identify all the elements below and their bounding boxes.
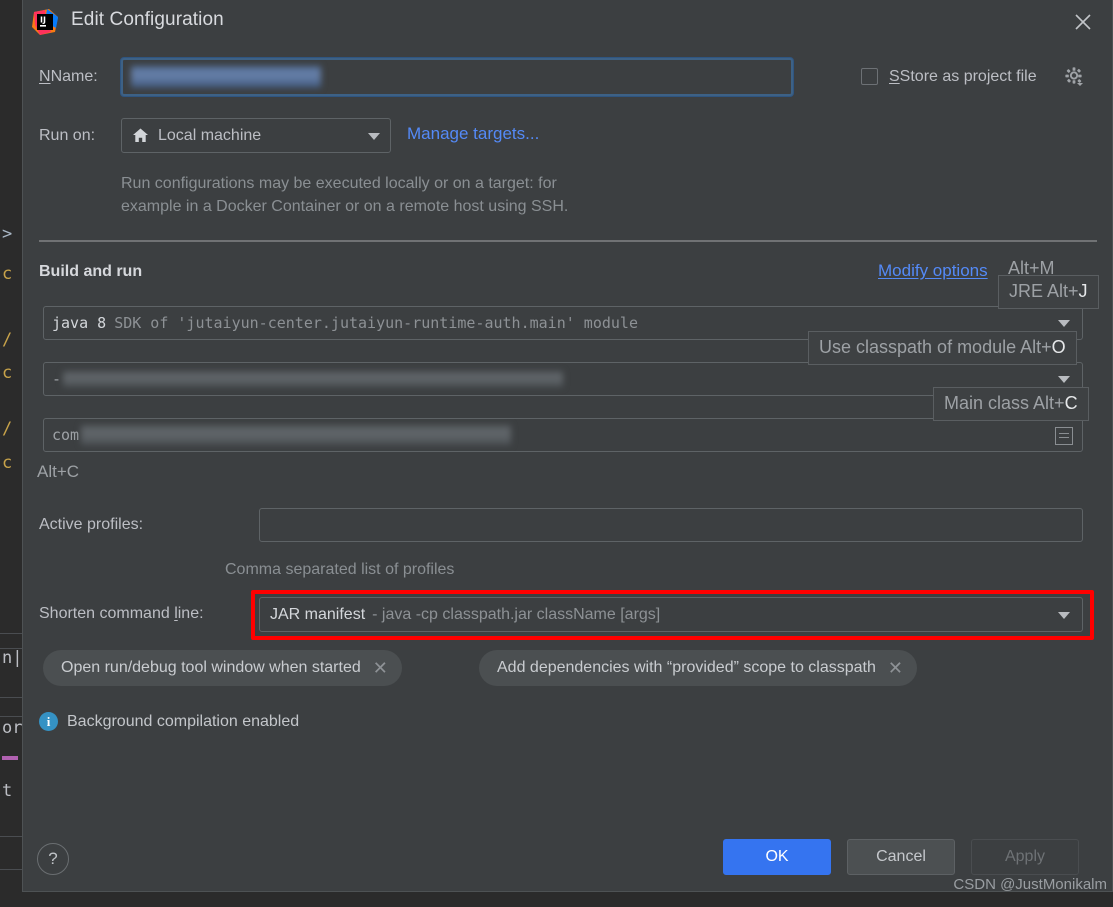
store-as-project-file-label: SStore as project file xyxy=(889,68,1037,85)
bg-code-token: c xyxy=(2,264,13,284)
name-input-redacted-value xyxy=(131,66,321,88)
bg-code-token: / xyxy=(2,419,13,439)
shortcut-overlay-active-profiles: Alt+C xyxy=(37,462,79,482)
apply-button: Apply xyxy=(971,839,1079,875)
status-message: i Background compilation enabled xyxy=(39,712,299,731)
shorten-command-line-select[interactable]: JAR manifest - java -cp classpath.jar cl… xyxy=(259,597,1083,632)
name-input[interactable] xyxy=(121,58,793,96)
bg-code-token: or xyxy=(2,718,23,738)
run-on-hint: Run configurations may be executed local… xyxy=(121,175,569,216)
page-title: Edit Configuration xyxy=(71,9,224,30)
manage-targets-link[interactable]: Manage targets... xyxy=(407,124,539,144)
cancel-button[interactable]: Cancel xyxy=(847,839,955,875)
name-label-text: Name: xyxy=(50,68,98,85)
run-on-value: Local machine xyxy=(158,126,262,144)
watermark: CSDN @JustMonikalm xyxy=(953,876,1107,893)
shortcut-text: Main class Alt+ xyxy=(944,393,1065,413)
store-as-project-file-label-text: Store as project file xyxy=(899,68,1037,85)
active-profiles-hint: Comma separated list of profiles xyxy=(225,561,455,578)
active-profiles-input[interactable] xyxy=(259,508,1083,542)
bg-separator xyxy=(0,633,22,634)
main-class-redacted-value xyxy=(81,425,512,445)
name-label: NName: xyxy=(39,68,98,85)
bg-code-token: t xyxy=(2,781,13,801)
chip-add-provided-scope-dependencies[interactable]: Add dependencies with “provided” scope t… xyxy=(479,650,917,686)
chip-open-run-debug-tool-window[interactable]: Open run/debug tool window when started … xyxy=(43,650,402,686)
run-on-label: Run on: xyxy=(39,127,95,145)
vm-field-redacted-value xyxy=(63,371,564,387)
chip-close-icon[interactable]: ✕ xyxy=(373,659,388,677)
bg-code-token: n| xyxy=(2,648,23,668)
bg-separator xyxy=(0,869,22,870)
home-icon xyxy=(132,127,149,144)
vm-field-prefix: - xyxy=(52,370,62,388)
active-profiles-label: Active profiles: xyxy=(39,516,144,533)
run-on-select[interactable]: Local machine xyxy=(121,118,391,153)
chevron-down-icon xyxy=(1058,376,1070,383)
chip-label: Add dependencies with “provided” scope t… xyxy=(497,659,876,676)
main-class-prefix: com xyxy=(52,426,80,444)
bg-code-token: > xyxy=(2,224,13,244)
chevron-down-icon xyxy=(368,132,380,140)
info-icon: i xyxy=(39,712,58,731)
bg-separator xyxy=(0,697,22,698)
section-divider xyxy=(39,240,1097,242)
help-button[interactable]: ? xyxy=(37,843,69,875)
chip-close-icon[interactable]: ✕ xyxy=(888,659,903,677)
shortcut-text: Alt+C xyxy=(37,462,80,481)
jre-value-rest: SDK of 'jutaiyun-center.jutaiyun-runtime… xyxy=(114,314,638,332)
bg-highlight-marker xyxy=(2,756,18,760)
close-icon[interactable] xyxy=(1068,7,1098,37)
shorten-value-bold: JAR manifest xyxy=(270,605,366,623)
store-as-project-file-checkbox[interactable] xyxy=(861,68,878,85)
ok-button[interactable]: OK xyxy=(723,839,831,875)
shortcut-mnemonic: C xyxy=(1064,393,1078,413)
expand-editor-icon[interactable] xyxy=(1055,427,1073,445)
shortcut-mnemonic: J xyxy=(1078,281,1088,301)
shorten-command-line-label: Shorten command line: xyxy=(39,605,204,623)
bg-separator xyxy=(0,836,22,837)
shortcut-overlay-use-classpath-of-module: Use classpath of module Alt+O xyxy=(808,331,1077,365)
gear-icon[interactable] xyxy=(1063,65,1085,92)
bg-code-token: c xyxy=(2,363,13,383)
run-on-label-text: Run on: xyxy=(39,127,96,144)
bg-code-token: c xyxy=(2,453,13,473)
bg-separator xyxy=(0,648,22,649)
use-classpath-of-module-select[interactable]: - xyxy=(43,362,1083,396)
chevron-down-icon xyxy=(1058,611,1070,619)
shortcut-overlay-jre: JRE Alt+J xyxy=(998,275,1099,309)
shortcut-text: JRE Alt+ xyxy=(1009,281,1079,301)
dialog-titlebar: IJ Edit Configuration xyxy=(23,0,1112,44)
bg-separator xyxy=(0,716,22,717)
modify-options-link-text: odify options xyxy=(892,261,988,280)
shorten-command-line-label-text: Shorten command line: xyxy=(39,605,204,622)
jre-value-bold: java 8 xyxy=(52,314,107,332)
build-and-run-section-title: Build and run xyxy=(39,263,143,280)
main-class-input[interactable]: com xyxy=(43,418,1083,452)
status-message-text: Background compilation enabled xyxy=(67,712,300,730)
edit-configuration-dialog: IJ Edit Configuration NName: SStore as p… xyxy=(22,0,1113,892)
modify-options-link[interactable]: Modify options xyxy=(878,261,988,281)
shorten-value-rest: - java -cp classpath.jar className [args… xyxy=(372,605,661,623)
shortcut-mnemonic: O xyxy=(1051,337,1066,357)
shortcut-overlay-main-class: Main class Alt+C xyxy=(933,387,1089,421)
chip-label: Open run/debug tool window when started xyxy=(61,659,361,676)
intellij-idea-logo-icon: IJ xyxy=(31,8,59,36)
svg-text:IJ: IJ xyxy=(40,16,46,25)
manage-targets-link-text: Manage targets... xyxy=(407,124,540,143)
shortcut-text: Use classpath of module Alt+ xyxy=(819,337,1052,357)
bg-code-token: / xyxy=(2,330,13,350)
chevron-down-icon xyxy=(1058,320,1070,327)
